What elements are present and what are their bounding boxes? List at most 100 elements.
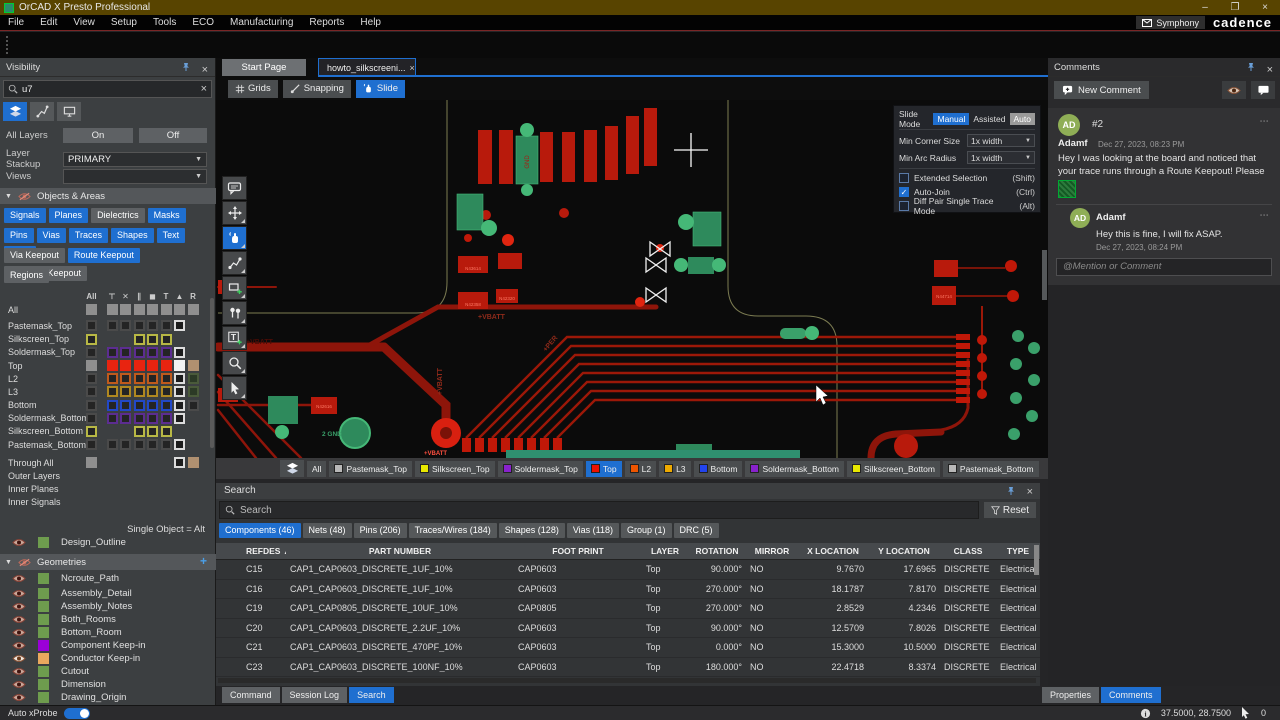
chip-shapes[interactable]: Shapes [111,228,154,243]
add-geometry-button[interactable]: + [197,556,210,568]
visibility-checkbox[interactable] [86,320,97,331]
filter-drc[interactable]: DRC (5) [674,523,719,538]
visibility-checkbox[interactable] [120,439,131,450]
visibility-checkbox[interactable] [174,347,185,358]
comment-tool-button[interactable] [222,176,247,200]
extended-selection-checkbox[interactable] [899,173,909,183]
visibility-checkbox[interactable] [86,334,97,345]
collapse-icon[interactable]: ▼ [5,193,12,200]
visibility-checkbox[interactable] [147,426,158,437]
layer-chip[interactable]: L3 [659,461,690,477]
filter-components[interactable]: Components (46) [219,523,301,538]
panel-scrollbar[interactable] [210,298,214,448]
filter-traces[interactable]: Traces/Wires (184) [409,523,497,538]
chip-planes[interactable]: Planes [49,208,89,223]
close-icon[interactable]: × [1267,61,1273,80]
toolbar-grip[interactable] [6,36,9,54]
table-row[interactable]: C19CAP1_CAP0805_DISCRETE_10UF_10%CAP0805… [216,599,1040,619]
visibility-checkbox[interactable] [147,400,158,411]
column-header[interactable]: FOOT PRINT [514,546,642,556]
layer-chip-all[interactable]: All [307,461,326,477]
color-swatch[interactable] [38,627,49,638]
filter-nets[interactable]: Nets (48) [303,523,352,538]
visibility-checkbox[interactable] [174,386,185,397]
visibility-checkbox[interactable] [134,426,145,437]
filter-vias[interactable]: Vias (118) [567,523,619,538]
color-swatch[interactable] [38,601,49,612]
clear-search-icon[interactable]: × [201,83,207,95]
eye-icon[interactable] [12,680,28,689]
vertical-scrollbar[interactable] [1034,545,1039,575]
tab-search[interactable]: Search [349,687,394,703]
color-swatch[interactable] [38,640,49,651]
collapse-icon[interactable]: ▼ [5,559,12,566]
color-swatch[interactable] [38,653,49,664]
visibility-checkbox[interactable] [134,373,145,384]
info-icon[interactable]: i [1140,708,1151,719]
visibility-checkbox[interactable] [134,320,145,331]
search-input[interactable]: u7 × [3,80,212,98]
shape-tool-button[interactable] [222,276,247,300]
visibility-checkbox[interactable] [120,304,131,315]
filter-pins[interactable]: Pins (206) [354,523,407,538]
slide-mode-manual[interactable]: Manual [933,113,969,125]
tab-properties[interactable]: Properties [1042,687,1099,703]
reply-menu-icon[interactable]: ⋯ [1260,210,1271,221]
pin-icon[interactable] [1006,486,1016,496]
visibility-checkbox[interactable] [161,320,172,331]
visibility-checkbox[interactable] [147,347,158,358]
visibility-checkbox[interactable] [120,413,131,424]
chip-regions[interactable]: Regions [4,268,49,283]
diff-pair-checkbox[interactable] [899,201,909,211]
visibility-checkbox[interactable] [188,386,199,397]
visibility-checkbox[interactable] [147,334,158,345]
chip-vias[interactable]: Vias [37,228,66,243]
visibility-checkbox[interactable] [120,373,131,384]
visibility-checkbox[interactable] [147,373,158,384]
visibility-checkbox[interactable] [134,360,145,371]
eye-icon[interactable] [12,654,28,663]
eye-icon[interactable] [12,589,28,598]
visibility-checkbox[interactable] [147,386,158,397]
eye-icon[interactable] [12,693,28,702]
menu-eco[interactable]: ECO [184,17,222,28]
filter-shapes[interactable]: Shapes (128) [499,523,565,538]
visibility-checkbox[interactable] [134,304,145,315]
close-icon[interactable]: × [1027,484,1033,500]
visibility-checkbox[interactable] [120,360,131,371]
color-swatch[interactable] [38,692,49,703]
visibility-checkbox[interactable] [86,457,97,468]
visibility-checkbox[interactable] [107,400,118,411]
tab-session-log[interactable]: Session Log [282,687,348,703]
visibility-checkbox[interactable] [107,386,118,397]
visibility-checkbox[interactable] [174,457,185,468]
visibility-checkbox[interactable] [120,347,131,358]
comment-attachment-thumbnail[interactable] [1058,180,1076,198]
tab-command[interactable]: Command [222,687,280,703]
visibility-checkbox[interactable] [86,426,97,437]
layer-stackup-select[interactable]: PRIMARY▼ [63,152,207,167]
slide-mode-assisted[interactable]: Assisted [969,113,1009,125]
visibility-checkbox[interactable] [188,304,199,315]
visibility-checkbox[interactable] [147,413,158,424]
maximize-button[interactable]: ❐ [1220,2,1250,13]
visibility-checkbox[interactable] [134,400,145,411]
visibility-checkbox[interactable] [107,320,118,331]
visibility-checkbox[interactable] [86,360,97,371]
snapping-button[interactable]: Snapping [283,80,351,98]
geometries-header[interactable]: ▼ Geometries + [0,554,216,570]
color-swatch[interactable] [38,573,49,584]
color-swatch[interactable] [38,588,49,599]
visibility-checkbox[interactable] [161,413,172,424]
visibility-checkbox[interactable] [161,386,172,397]
comment-thread[interactable]: AD #2 ⋯ Adamf Dec 27, 2023, 08:23 PM Hey… [1048,108,1280,285]
layer-chip[interactable]: Silkscreen_Bottom [847,461,940,477]
visibility-checkbox[interactable] [161,400,172,411]
minimize-button[interactable]: – [1190,2,1220,13]
pin-tool-button[interactable] [222,301,247,325]
text-tool-button[interactable]: T [222,326,247,350]
close-tab-icon[interactable]: × [410,63,415,73]
visibility-checkbox[interactable] [161,304,172,315]
auto-xprobe-toggle[interactable] [64,708,90,719]
layer-chip[interactable]: Bottom [694,461,743,477]
